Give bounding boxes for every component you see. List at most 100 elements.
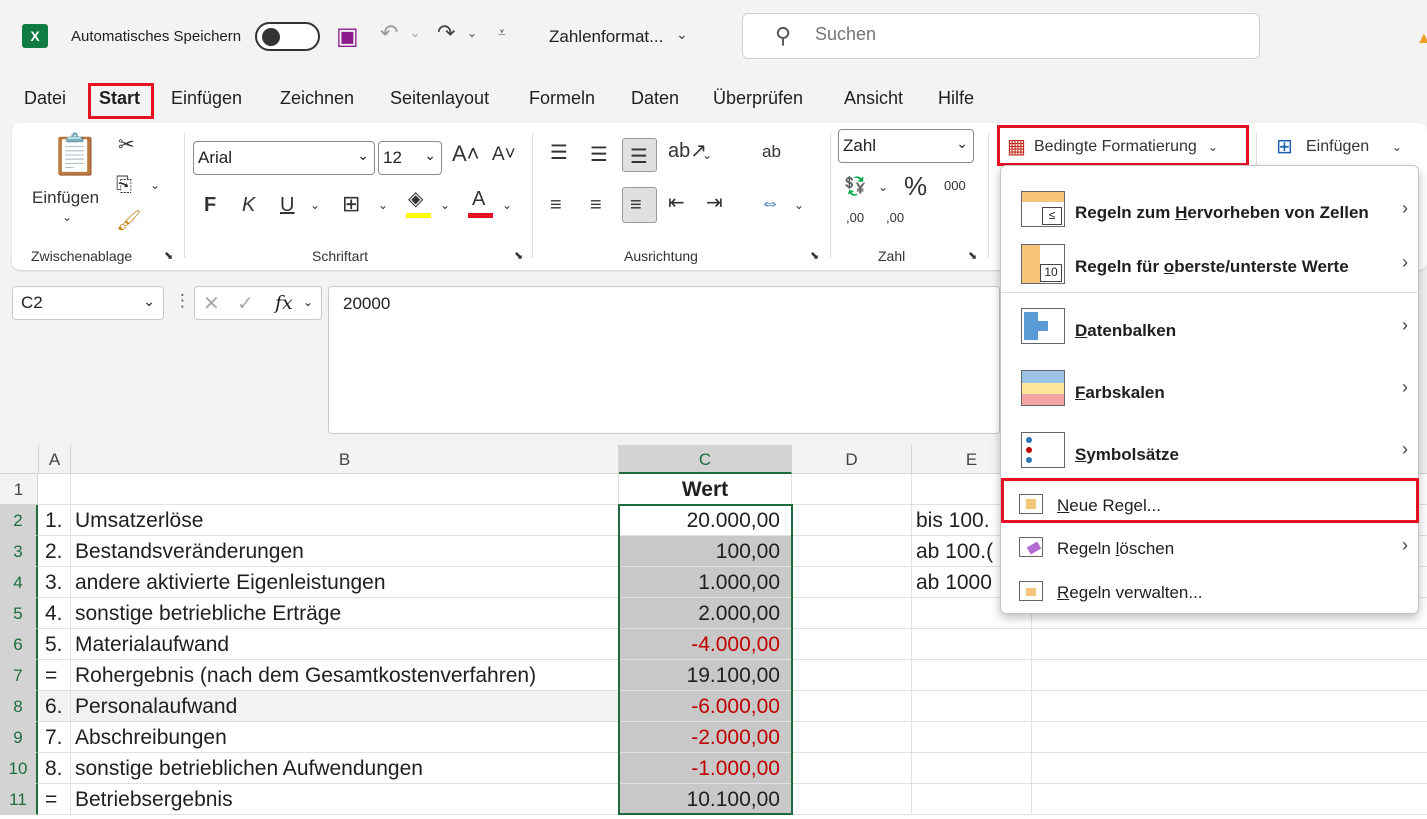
cell-b[interactable]: Umsatzerlöse bbox=[71, 505, 619, 536]
increase-decimal-button[interactable]: ,00 bbox=[846, 211, 864, 224]
cell-e[interactable] bbox=[912, 691, 1032, 722]
clipboard-launcher-icon[interactable]: ⬊ bbox=[164, 251, 173, 262]
grow-font-icon[interactable]: A˄ bbox=[452, 143, 480, 165]
select-all-corner[interactable] bbox=[0, 445, 39, 474]
name-box[interactable]: C2 ⌄ bbox=[12, 286, 164, 320]
cell-e[interactable] bbox=[912, 660, 1032, 691]
cell-d[interactable] bbox=[792, 660, 912, 691]
cell-e[interactable] bbox=[912, 753, 1032, 784]
tab-datei[interactable]: Datei bbox=[24, 88, 66, 109]
cell-a[interactable]: 2. bbox=[39, 536, 71, 567]
row-header[interactable]: 11 bbox=[0, 784, 38, 815]
cell-d[interactable] bbox=[792, 722, 912, 753]
menu-item-top-bottom-rules[interactable]: 10 Regeln für oberste/unterste Werte › bbox=[1001, 238, 1420, 298]
cell-rest[interactable] bbox=[1032, 691, 1427, 722]
column-header-b[interactable]: B bbox=[71, 445, 619, 474]
number-launcher-icon[interactable]: ⬊ bbox=[968, 251, 977, 262]
tab-formeln[interactable]: Formeln bbox=[529, 88, 595, 109]
tab-seitenlayout[interactable]: Seitenlayout bbox=[390, 88, 489, 109]
fill-chevron-icon[interactable]: ⌄ bbox=[440, 199, 450, 211]
save-icon[interactable]: ▣ bbox=[336, 22, 359, 51]
cell-d[interactable] bbox=[792, 691, 912, 722]
font-launcher-icon[interactable]: ⬊ bbox=[514, 251, 523, 262]
italic-button[interactable]: K bbox=[242, 195, 255, 215]
row-header[interactable]: 2 bbox=[0, 505, 38, 536]
tab-ansicht[interactable]: Ansicht bbox=[844, 88, 903, 109]
cell-rest[interactable] bbox=[1032, 784, 1427, 815]
cell-b[interactable]: Materialaufwand bbox=[71, 629, 619, 660]
tab-einfuegen[interactable]: Einfügen bbox=[171, 88, 242, 109]
font-color-chevron-icon[interactable]: ⌄ bbox=[502, 199, 512, 211]
cell-d[interactable] bbox=[792, 598, 912, 629]
cell-a[interactable]: 7. bbox=[39, 722, 71, 753]
menu-item-highlight-rules[interactable]: ≤ Regeln zum Hervorheben von Zellen › bbox=[1001, 176, 1420, 236]
row-header[interactable]: 8 bbox=[0, 691, 38, 722]
copy-chevron-icon[interactable]: ⌄ bbox=[150, 179, 160, 191]
currency-icon[interactable]: 💱 bbox=[844, 177, 866, 195]
number-format-combo[interactable]: Zahl ⌄ bbox=[838, 129, 974, 163]
align-left-icon[interactable]: ≡ bbox=[550, 195, 562, 215]
cell-a[interactable]: 3. bbox=[39, 567, 71, 598]
orientation-chevron-icon[interactable]: ⌄ bbox=[702, 149, 712, 161]
cell-a[interactable]: 5. bbox=[39, 629, 71, 660]
row-header[interactable]: 1 bbox=[0, 474, 38, 505]
row-header[interactable]: 4 bbox=[0, 567, 38, 598]
cell-b[interactable]: Betriebsergebnis bbox=[71, 784, 619, 815]
align-top-icon[interactable]: ☰ bbox=[550, 143, 568, 163]
search-box[interactable]: ⚲ bbox=[742, 13, 1260, 59]
bold-button[interactable]: F bbox=[204, 195, 216, 215]
merge-center-icon[interactable]: ⇔ bbox=[760, 193, 780, 213]
customize-qat-icon[interactable]: ⩡ bbox=[498, 24, 506, 41]
clipboard-paste-icon[interactable]: 📋 bbox=[50, 135, 100, 175]
percent-button[interactable]: % bbox=[904, 173, 927, 199]
merge-chevron-icon[interactable]: ⌄ bbox=[794, 199, 804, 211]
cell-rest[interactable] bbox=[1032, 722, 1427, 753]
menu-item-icon-sets[interactable]: Symbolsätze › bbox=[1001, 422, 1420, 482]
align-middle-icon[interactable]: ☰ bbox=[590, 145, 608, 165]
filename-chevron-icon[interactable]: ⌄ bbox=[676, 26, 688, 43]
cell-a[interactable]: = bbox=[39, 784, 71, 815]
increase-indent-icon[interactable]: ⇥ bbox=[706, 193, 723, 213]
enter-icon[interactable]: ✓ bbox=[237, 291, 254, 316]
font-size-combo[interactable]: 12 ⌄ bbox=[378, 141, 442, 175]
fill-color-icon[interactable]: ◈ bbox=[408, 189, 423, 209]
borders-icon[interactable]: ⊞ bbox=[342, 193, 360, 215]
column-header-c[interactable]: C bbox=[619, 445, 792, 474]
cell-b[interactable]: Bestandsveränderungen bbox=[71, 536, 619, 567]
row-header[interactable]: 5 bbox=[0, 598, 38, 629]
menu-item-manage-rules[interactable]: Regeln verwalten... bbox=[1001, 572, 1420, 612]
cell-d[interactable] bbox=[792, 474, 912, 505]
cell-b[interactable]: Abschreibungen bbox=[71, 722, 619, 753]
tab-ueberpruefen[interactable]: Überprüfen bbox=[713, 88, 803, 109]
formula-input[interactable]: 20000 bbox=[328, 286, 1000, 434]
cell-d[interactable] bbox=[792, 753, 912, 784]
cell-d[interactable] bbox=[792, 536, 912, 567]
redo-icon[interactable]: ↷ bbox=[437, 20, 455, 46]
cell-a[interactable] bbox=[39, 474, 71, 505]
cell-d[interactable] bbox=[792, 505, 912, 536]
menu-item-clear-rules[interactable]: Regeln löschen › bbox=[1001, 528, 1420, 568]
insert-function-icon[interactable]: fx bbox=[275, 292, 293, 314]
fx-chevron-icon[interactable]: ⌄ bbox=[303, 295, 313, 309]
cell-e[interactable] bbox=[912, 629, 1032, 660]
filename[interactable]: Zahlenformat... bbox=[549, 27, 663, 47]
cell-a[interactable]: 4. bbox=[39, 598, 71, 629]
font-color-icon[interactable]: A bbox=[472, 189, 485, 209]
autosave-toggle[interactable] bbox=[255, 22, 320, 51]
thousands-button[interactable]: 000 bbox=[944, 179, 966, 192]
cell-rest[interactable] bbox=[1032, 753, 1427, 784]
alignment-launcher-icon[interactable]: ⬊ bbox=[810, 251, 819, 262]
cell-a[interactable]: = bbox=[39, 660, 71, 691]
undo-icon[interactable]: ↶ bbox=[380, 20, 398, 46]
cancel-icon[interactable]: ✕ bbox=[203, 291, 220, 316]
cell-a[interactable]: 6. bbox=[39, 691, 71, 722]
insert-cells-button[interactable]: Einfügen bbox=[1306, 139, 1369, 155]
cell-d[interactable] bbox=[792, 629, 912, 660]
cell-a[interactable]: 1. bbox=[39, 505, 71, 536]
currency-chevron-icon[interactable]: ⌄ bbox=[878, 181, 888, 193]
cell-e[interactable] bbox=[912, 784, 1032, 815]
copy-icon[interactable]: ⎘ bbox=[116, 175, 132, 195]
row-header[interactable]: 3 bbox=[0, 536, 38, 567]
tab-zeichnen[interactable]: Zeichnen bbox=[280, 88, 354, 109]
tab-hilfe[interactable]: Hilfe bbox=[938, 88, 974, 109]
